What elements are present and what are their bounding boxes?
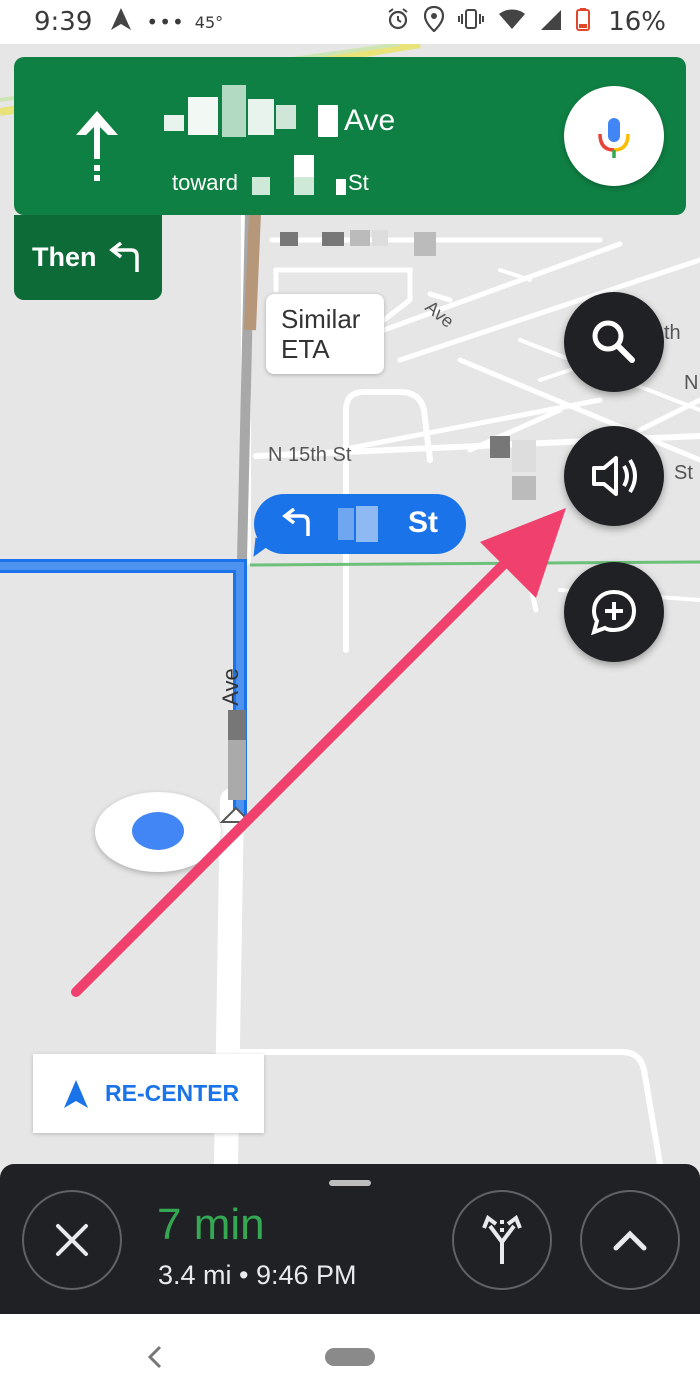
navigation-instruction-card[interactable]: Ave toward St [14,57,686,215]
sheet-drag-handle[interactable] [329,1180,371,1186]
map-label-right-th: th [664,322,681,344]
expand-sheet-button[interactable] [580,1190,680,1290]
turn-callout-street: St [408,506,438,539]
turn-callout: St [254,494,466,554]
turn-left-icon [282,508,310,536]
map-label-n15th: N 15th St [268,444,352,466]
navigation-arrow-icon [64,1079,88,1108]
map-label-right-st: St [674,462,693,484]
current-location-dot [132,812,184,850]
battery-icon [576,7,591,37]
then-label: Then [32,242,97,272]
status-dots: ••• [146,10,185,34]
mic-icon [598,118,630,158]
similar-eta-callout[interactable]: Similar ETA [266,294,384,374]
volume-button[interactable] [564,426,664,526]
close-icon [56,1224,88,1256]
status-temperature: 45° [194,12,224,32]
back-icon[interactable] [144,1344,164,1370]
exit-navigation-button[interactable] [22,1190,122,1290]
then-turn-card: Then [14,215,162,300]
vibrate-icon [458,7,485,37]
recenter-button[interactable]: RE-CENTER [33,1054,264,1133]
eta-distance-arrival: 3.4 mi • 9:46 PM [158,1260,357,1290]
system-navigation-bar [0,1314,700,1400]
alternate-routes-icon [482,1214,522,1264]
status-time: 9:39 [34,7,93,37]
chevron-up-icon [613,1230,647,1251]
alarm-icon [386,7,410,37]
eta-duration: 7 min [157,1200,265,1249]
nav-toward-street: St [348,170,369,195]
voice-search-button[interactable] [564,86,664,186]
navigation-arrow-icon [110,7,132,37]
location-icon [424,5,445,38]
home-button[interactable] [325,1348,375,1366]
volume-icon [592,456,637,496]
signal-icon [540,7,562,37]
nav-street-name: Ave [344,104,396,137]
recenter-label: RE-CENTER [105,1080,240,1106]
similar-eta-line2: ETA [281,334,330,364]
turn-left-icon [108,241,139,272]
alternate-routes-button[interactable] [452,1190,552,1290]
map-label-ave-vertical: Ave [217,668,243,706]
battery-percent: 16% [608,7,666,37]
current-location-marker [95,792,221,872]
add-report-button[interactable] [564,562,664,662]
search-button[interactable] [564,292,664,392]
search-icon [592,320,635,363]
similar-eta-line1: Similar [281,304,361,334]
nav-toward-label: toward [172,170,239,195]
map-label-right-n: N [684,372,699,394]
straight-arrow-icon [76,111,118,181]
status-bar: 9:39 ••• 45° 16% [0,0,700,44]
add-comment-icon [591,589,637,636]
wifi-icon [498,7,526,37]
trip-summary-sheet[interactable]: 7 min 3.4 mi • 9:46 PM [0,1164,700,1314]
